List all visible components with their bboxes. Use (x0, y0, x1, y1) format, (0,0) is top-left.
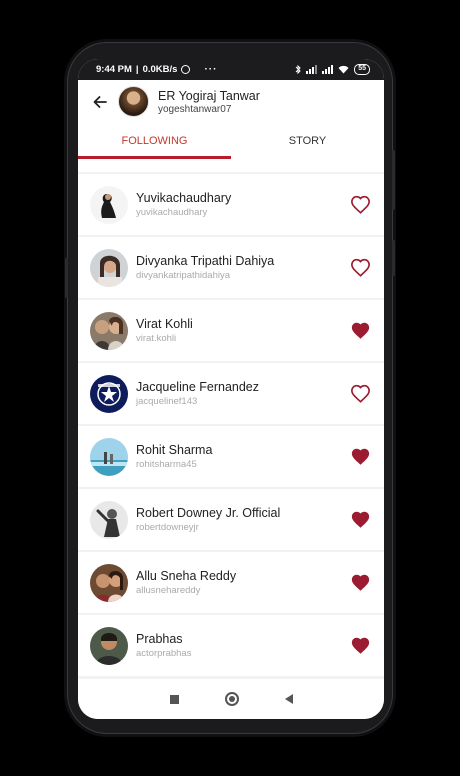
recents-button[interactable] (169, 694, 179, 704)
user-name: Virat Kohli (136, 317, 193, 331)
list-item[interactable]: Robert Downey Jr. Official robertdowneyj… (78, 489, 384, 550)
avatar (90, 374, 128, 413)
profile-avatar[interactable] (118, 86, 149, 117)
user-handle: virat.kohli (136, 333, 177, 344)
home-button[interactable] (224, 692, 239, 706)
system-back-button[interactable] (284, 694, 293, 704)
wifi-icon (338, 65, 349, 74)
tab-following[interactable]: FOLLOWING (78, 123, 231, 159)
list-item[interactable]: Prabhas actorprabhas (78, 615, 384, 676)
list-item[interactable]: Allu Sneha Reddy allusnehareddy (78, 552, 384, 613)
status-bar: 9:44 PM | 0.0KB/s ··· 55 (78, 59, 384, 80)
tab-bar: FOLLOWING STORY (78, 123, 384, 159)
user-name: Robert Downey Jr. Official (136, 506, 281, 520)
user-handle: rohitsharma45 (136, 459, 197, 470)
user-handle: robertdowneyjr (136, 522, 199, 533)
status-speed: 0.0KB/s (142, 64, 178, 75)
user-handle: yuvikachaudhary (136, 207, 208, 218)
heart-filled-icon[interactable] (349, 447, 371, 467)
heart-icon[interactable] (349, 195, 371, 215)
heart-filled-icon[interactable] (349, 636, 371, 656)
list-item[interactable]: Virat Kohli virat.kohli (78, 300, 384, 361)
back-arrow-icon (93, 95, 107, 108)
user-name: Rohit Sharma (136, 443, 213, 457)
avatar (90, 563, 128, 602)
avatar (90, 185, 128, 224)
user-name: Jacqueline Fernandez (136, 380, 259, 394)
avatar (90, 500, 128, 539)
user-name: Allu Sneha Reddy (136, 569, 237, 583)
avatar (90, 626, 128, 665)
avatar (90, 437, 128, 476)
profile-header: ER Yogiraj Tanwar yogeshtanwar07 (78, 80, 384, 123)
heart-filled-icon[interactable] (349, 573, 371, 593)
alarm-icon (181, 65, 191, 74)
bluetooth-icon (295, 65, 301, 74)
user-handle: actorprabhas (136, 648, 192, 659)
back-button[interactable] (90, 92, 110, 112)
heart-icon[interactable] (349, 384, 371, 404)
list-item[interactable]: Yuvikachaudhary yuvikachaudhary (78, 174, 384, 235)
signal-icon (306, 65, 318, 74)
avatar (90, 311, 128, 350)
side-key (65, 258, 68, 298)
status-time: 9:44 PM (96, 64, 132, 75)
profile-username: yogeshtanwar07 (158, 103, 232, 115)
heart-filled-icon[interactable] (349, 510, 371, 530)
signal-icon-2 (322, 65, 334, 74)
profile-name: ER Yogiraj Tanwar (158, 88, 260, 103)
power-button (392, 240, 395, 276)
list-item[interactable]: Jacqueline Fernandez jacquelinef143 (78, 363, 384, 424)
app-screen: 9:44 PM | 0.0KB/s ··· 55 ER Yogiraj Tanw… (78, 59, 384, 719)
user-handle: jacquelinef143 (136, 396, 198, 407)
avatar (90, 248, 128, 287)
user-handle: divyankatripathidahiya (136, 270, 231, 281)
system-nav-bar (78, 679, 384, 719)
heart-filled-icon[interactable] (349, 321, 371, 341)
user-name: Yuvikachaudhary (136, 191, 232, 205)
heart-icon[interactable] (349, 258, 371, 278)
battery-icon: 55 (354, 64, 370, 75)
user-name: Divyanka Tripathi Dahiya (136, 254, 275, 268)
tab-story[interactable]: STORY (231, 123, 384, 159)
list-item[interactable]: Rohit Sharma rohitsharma45 (78, 426, 384, 487)
following-list[interactable]: Yuvikachaudhary yuvikachaudhary Divyanka… (78, 159, 384, 679)
device-frame: 9:44 PM | 0.0KB/s ··· 55 ER Yogiraj Tanw… (0, 0, 460, 776)
volume-button (392, 150, 395, 210)
more-notifications-icon: ··· (204, 64, 218, 75)
list-item[interactable]: Divyanka Tripathi Dahiya divyankatripath… (78, 237, 384, 298)
list-item-partial (78, 159, 384, 172)
user-name: Prabhas (136, 632, 183, 646)
user-handle: allusnehareddy (136, 585, 201, 596)
